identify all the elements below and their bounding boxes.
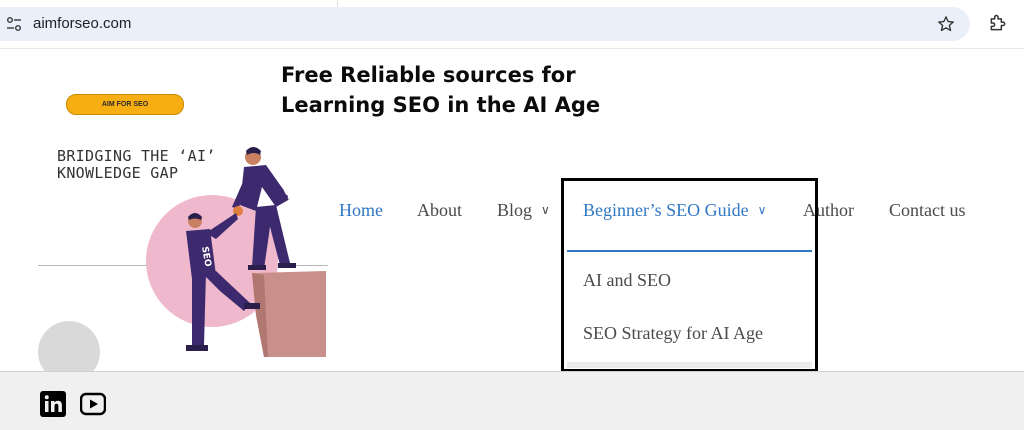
nav-contact[interactable]: Contact us <box>889 200 966 221</box>
dropdown-menu: AI and SEO SEO Strategy for AI Age <box>567 252 812 368</box>
address-bar[interactable]: aimforseo.com <box>0 7 970 41</box>
star-icon[interactable] <box>937 15 955 33</box>
puzzle-icon[interactable] <box>988 13 1008 33</box>
browser-toolbar: aimforseo.com <box>0 0 1024 49</box>
dropdown-item-seo-strategy[interactable]: SEO Strategy for AI Age <box>583 323 763 344</box>
nav-home[interactable]: Home <box>339 200 383 221</box>
logo-badge[interactable]: AIM FOR SEO <box>66 94 184 115</box>
url-text[interactable]: aimforseo.com <box>33 15 131 32</box>
youtube-icon[interactable] <box>80 391 106 417</box>
headline-line: Free Reliable sources for <box>281 63 576 87</box>
site-headline: Free Reliable sources for Learning SEO i… <box>281 60 681 120</box>
nav-beginners-seo-guide[interactable]: Beginner’s SEO Guide ∨ <box>583 200 766 221</box>
chevron-down-icon[interactable]: ∨ <box>541 203 550 218</box>
nav-label: Contact us <box>889 200 966 220</box>
chevron-down-icon[interactable]: ∨ <box>758 203 767 218</box>
nav-author[interactable]: Author <box>803 200 854 221</box>
nav-about[interactable]: About <box>417 200 462 221</box>
dropdown-item-ai-and-seo[interactable]: AI and SEO <box>583 270 671 291</box>
nav-label: About <box>417 200 462 220</box>
hero-illustration: AI-SEO SEO <box>146 147 326 357</box>
footer <box>0 371 1024 430</box>
tune-icon[interactable] <box>6 16 22 32</box>
nav-label: Beginner’s SEO Guide <box>583 200 749 220</box>
linkedin-icon[interactable] <box>40 391 66 417</box>
nav-label: Blog <box>497 200 533 220</box>
nav-label: Author <box>803 200 854 220</box>
headline-line: Learning SEO in the AI Age <box>281 93 601 117</box>
nav-blog[interactable]: Blog ∨ <box>497 200 550 221</box>
divider <box>337 0 338 7</box>
nav-label: Home <box>339 200 383 220</box>
